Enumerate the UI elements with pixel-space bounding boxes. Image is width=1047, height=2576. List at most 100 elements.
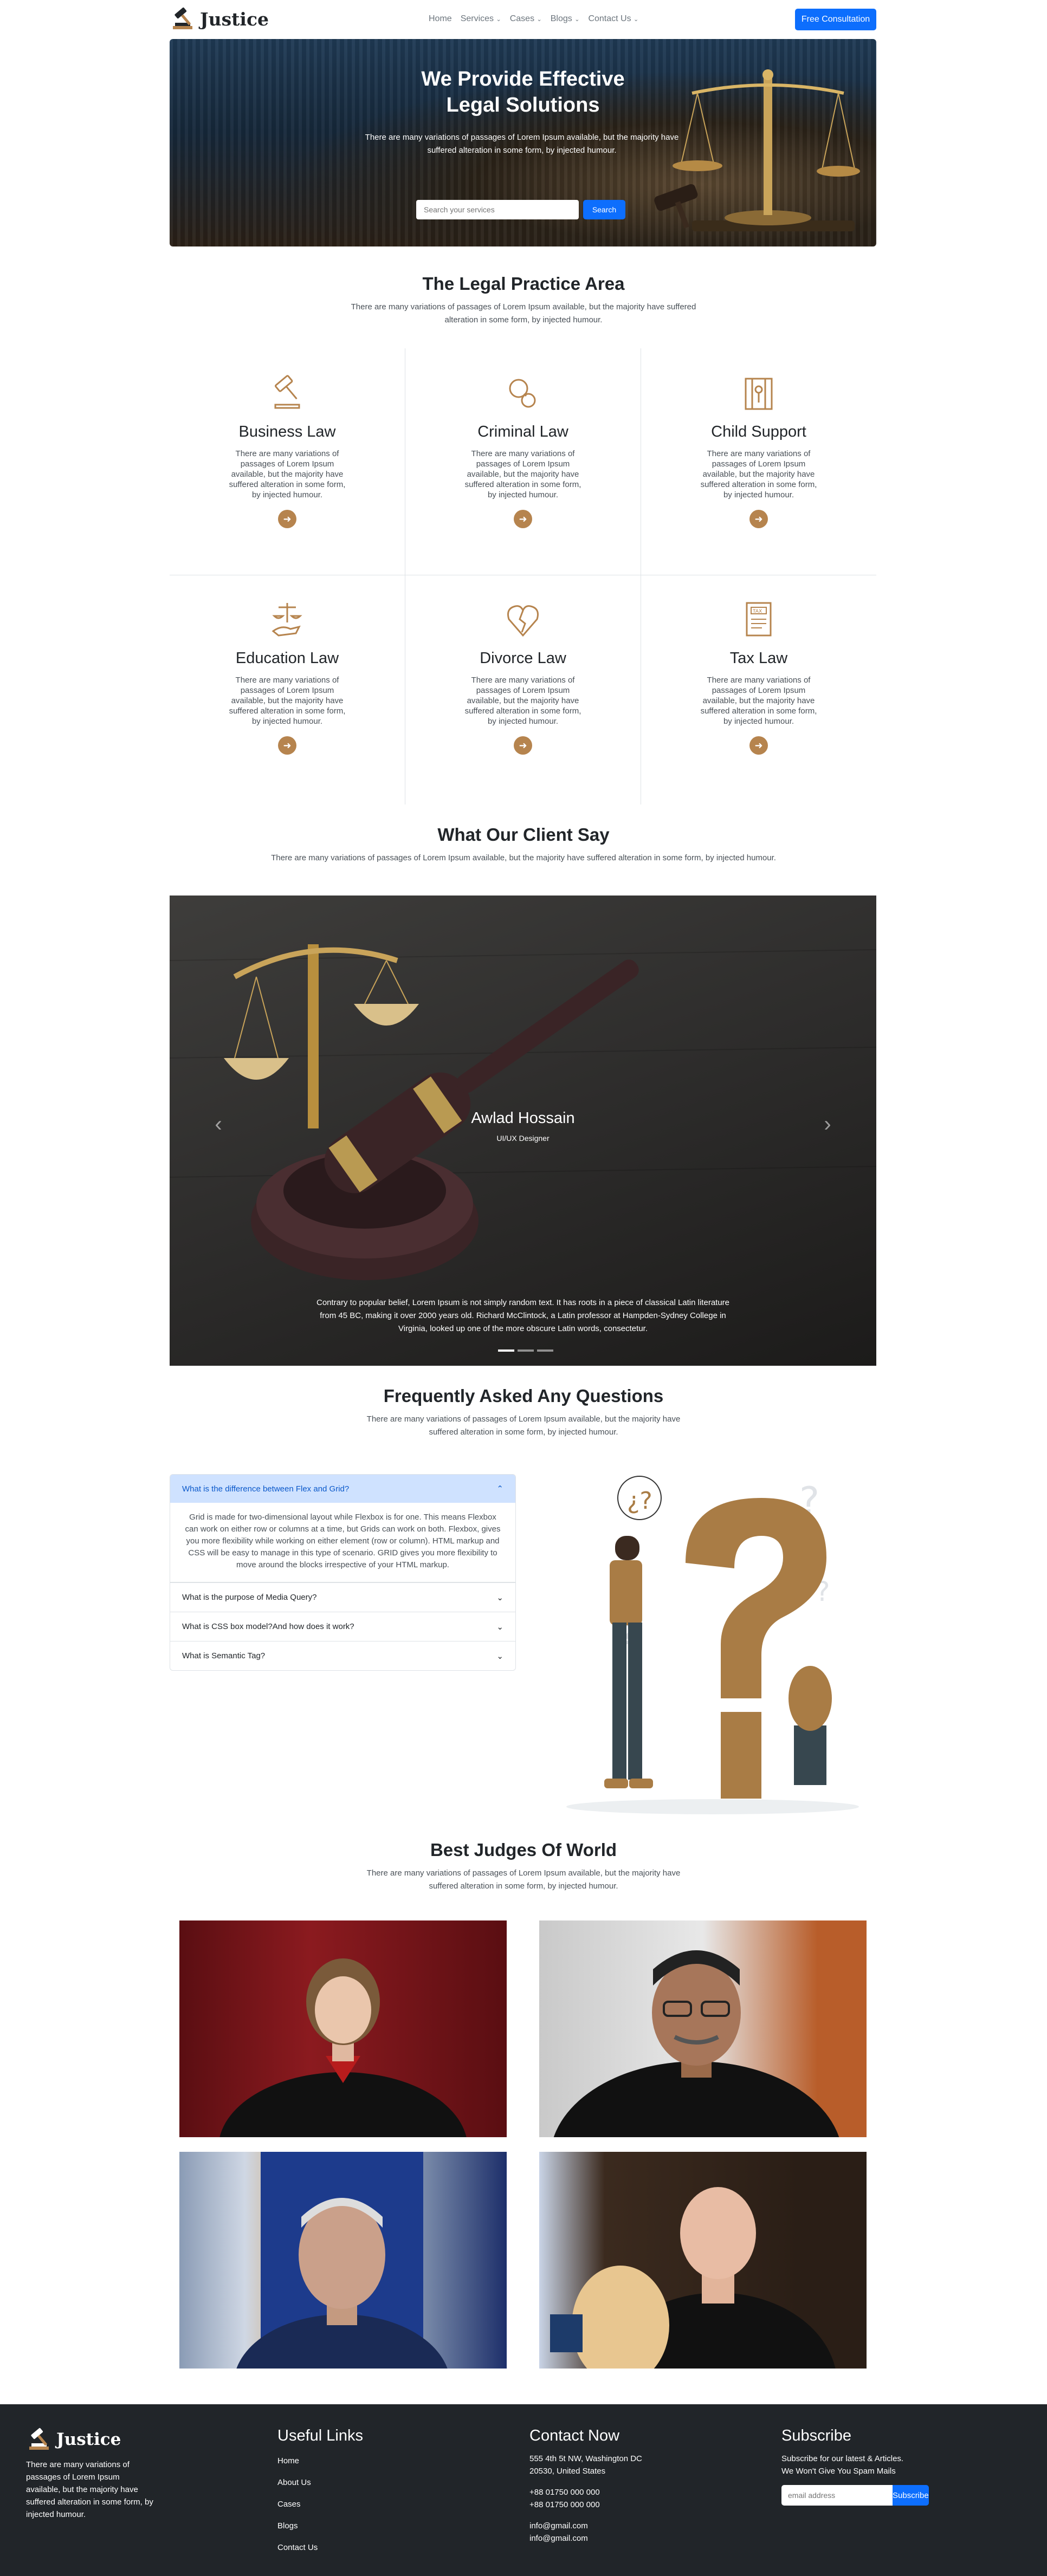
hero-search-bar: Search (416, 200, 625, 219)
faq-question: What is the difference between Flex and … (182, 1484, 350, 1494)
search-button[interactable]: Search (583, 200, 625, 219)
footer-useful-links: Useful Links Home About Us Cases Blogs Conta… (277, 2427, 363, 2563)
tax-document-icon: TAX (746, 602, 772, 637)
subscribe-button[interactable]: Subscribe (893, 2485, 929, 2506)
faq-title: Frequently Asked Any Questions (383, 1386, 664, 1406)
judge-portrait-image (553, 1950, 839, 2137)
faq-question-button[interactable]: What is the difference between Flex and … (170, 1475, 515, 1503)
practice-card: Business Law There are many variations of… (170, 348, 405, 575)
judges-header: Best Judges Of World There are many vari… (0, 1840, 1047, 1893)
footer-phone[interactable]: +88 01750 000 000 (529, 2499, 654, 2511)
faq-subtitle: There are many variations of passages of… (366, 1414, 681, 1437)
testimonial-quote: Contrary to popular belief, Lorem Ipsum … (316, 1298, 730, 1333)
chevron-down-icon: ⌄ (496, 1622, 503, 1632)
footer-links-list: Home About Us Cases Blogs Contact Us (277, 2455, 363, 2554)
faq-question-button[interactable]: What is the purpose of Media Query? ⌄ (170, 1583, 515, 1612)
footer-phone[interactable]: +88 01750 000 000 (529, 2486, 654, 2499)
faq-question-button[interactable]: What is CSS box model?And how does it wo… (170, 1612, 515, 1641)
brand-name: Justice (200, 8, 269, 30)
footer-contact: Contact Now 555 4th 5t NW, Washington DC… (529, 2427, 654, 2545)
practice-card: Criminal Law There are many variations of… (405, 348, 641, 575)
testimonial-role: UI/UX Designer (496, 1134, 550, 1143)
chevron-down-icon: ⌄ (496, 1593, 503, 1602)
carousel-indicator[interactable] (498, 1349, 514, 1352)
judges-subtitle: There are many variations of passages of… (366, 1868, 681, 1891)
carousel-indicator[interactable] (537, 1349, 553, 1352)
free-consultation-button[interactable]: Free Consultation (795, 9, 876, 30)
judge-photo (179, 1920, 507, 2137)
email-input[interactable] (781, 2485, 893, 2506)
faq-question: What is Semantic Tag? (182, 1651, 266, 1660)
footer-subscribe-text: Subscribe for our latest & Articles. We … (781, 2454, 904, 2476)
footer-link[interactable]: About Us (277, 2476, 363, 2489)
testimonials-header: What Our Client Say There are many varia… (0, 825, 1047, 865)
footer-email[interactable]: info@gmail.com (529, 2520, 654, 2532)
search-input[interactable] (416, 200, 579, 219)
faq-question: What is CSS box model?And how does it wo… (182, 1622, 354, 1631)
arrow-right-icon[interactable]: ➜ (749, 510, 768, 528)
nav-item-blogs[interactable]: Blogs ⌄ (546, 14, 584, 24)
nav-item-contact-us[interactable]: Contact Us ⌄ (584, 14, 643, 24)
faq-item: What is Semantic Tag? ⌄ (170, 1641, 515, 1670)
footer-link[interactable]: Contact Us (277, 2541, 363, 2554)
chevron-down-icon: ⌄ (634, 16, 639, 23)
practice-card-title: Education Law (235, 650, 339, 667)
nav-item-services[interactable]: Services ⌄ (456, 14, 506, 24)
nav-item-cases[interactable]: Cases ⌄ (506, 14, 546, 24)
footer: Justice There are many variations of pas… (0, 2404, 1047, 2576)
practice-card-text: There are many variations of passages of… (464, 449, 581, 499)
practice-card: TAX Tax Law There are many variations of p… (641, 575, 876, 801)
footer-subscribe: Subscribe Subscribe for our latest & Art… (781, 2427, 929, 2506)
practice-grid: Business Law There are many variations of… (170, 348, 876, 804)
footer-link[interactable]: Blogs (277, 2520, 363, 2532)
practice-card-text: There are many variations of passages of… (700, 676, 817, 726)
nav-item-home[interactable]: Home (424, 14, 456, 24)
nav-item-label: Cases (509, 14, 535, 23)
testimonial-carousel: ‹ › Awlad Hossain UI/UX Designer Contrar… (170, 896, 876, 1366)
practice-card-text: There are many variations of passages of… (700, 449, 817, 499)
brand-logo[interactable]: Justice (170, 7, 269, 31)
judge-portrait-image (219, 1958, 467, 2137)
practice-card: Child Support There are many variations o… (641, 348, 876, 575)
chevron-down-icon: ⌄ (496, 16, 501, 23)
footer-subscribe-form: Subscribe (781, 2485, 929, 2506)
judge-photo (539, 2152, 867, 2369)
practice-card-title: Criminal Law (477, 423, 568, 440)
main-menu: Home Services ⌄ Cases ⌄ Blogs ⌄ Contact Us ⌄ (424, 14, 643, 24)
footer-links-title: Useful Links (277, 2427, 363, 2444)
footer-contact-title: Contact Now (529, 2427, 620, 2444)
arrow-right-icon[interactable]: ➜ (278, 510, 296, 528)
judge-photo (179, 2152, 507, 2369)
child-icon (745, 378, 773, 410)
faq-question: What is the purpose of Media Query? (182, 1593, 317, 1602)
hero-subtitle: There are many variations of passages of… (365, 133, 679, 155)
hero-title-line-1: We Provide Effective (421, 68, 625, 90)
faq-question-button[interactable]: What is Semantic Tag? ⌄ (170, 1641, 515, 1670)
carousel-indicator[interactable] (518, 1349, 534, 1352)
gavel-and-scales-image (170, 944, 876, 1280)
practice-card: Divorce Law There are many variations of … (405, 575, 641, 801)
nav-item-label: Services (460, 14, 494, 23)
question-mark-illustration: ? ? ? ¿? (566, 1476, 859, 1814)
arrow-right-icon[interactable]: ➜ (749, 736, 768, 755)
footer-link[interactable]: Home (277, 2455, 363, 2467)
judge-portrait-image (236, 2152, 448, 2369)
footer-about: Justice There are many variations of pas… (26, 2427, 156, 2521)
practice-card: Education Law There are many variations o… (170, 575, 405, 801)
footer-about-text: There are many variations of passages of… (26, 2460, 153, 2519)
practice-card-title: Business Law (238, 423, 336, 440)
hero-banner: We Provide Effective Legal Solutions The… (170, 39, 876, 246)
footer-link[interactable]: Cases (277, 2498, 363, 2510)
chevron-up-icon: ⌃ (496, 1484, 503, 1494)
chevron-down-icon: ⌄ (537, 16, 542, 23)
gavel-logo-icon (29, 2428, 49, 2450)
arrow-right-icon[interactable]: ➜ (514, 510, 532, 528)
arrow-right-icon[interactable]: ➜ (278, 736, 296, 755)
testimonials-subtitle: There are many variations of passages of… (271, 853, 776, 862)
arrow-right-icon[interactable]: ➜ (514, 736, 532, 755)
testimonial-name: Awlad Hossain (471, 1109, 575, 1127)
practice-subtitle: There are many variations of passages of… (351, 302, 696, 325)
footer-brand[interactable]: Justice (26, 2427, 156, 2452)
footer-email[interactable]: info@gmail.com (529, 2532, 654, 2545)
nav-item-label: Blogs (550, 14, 572, 23)
